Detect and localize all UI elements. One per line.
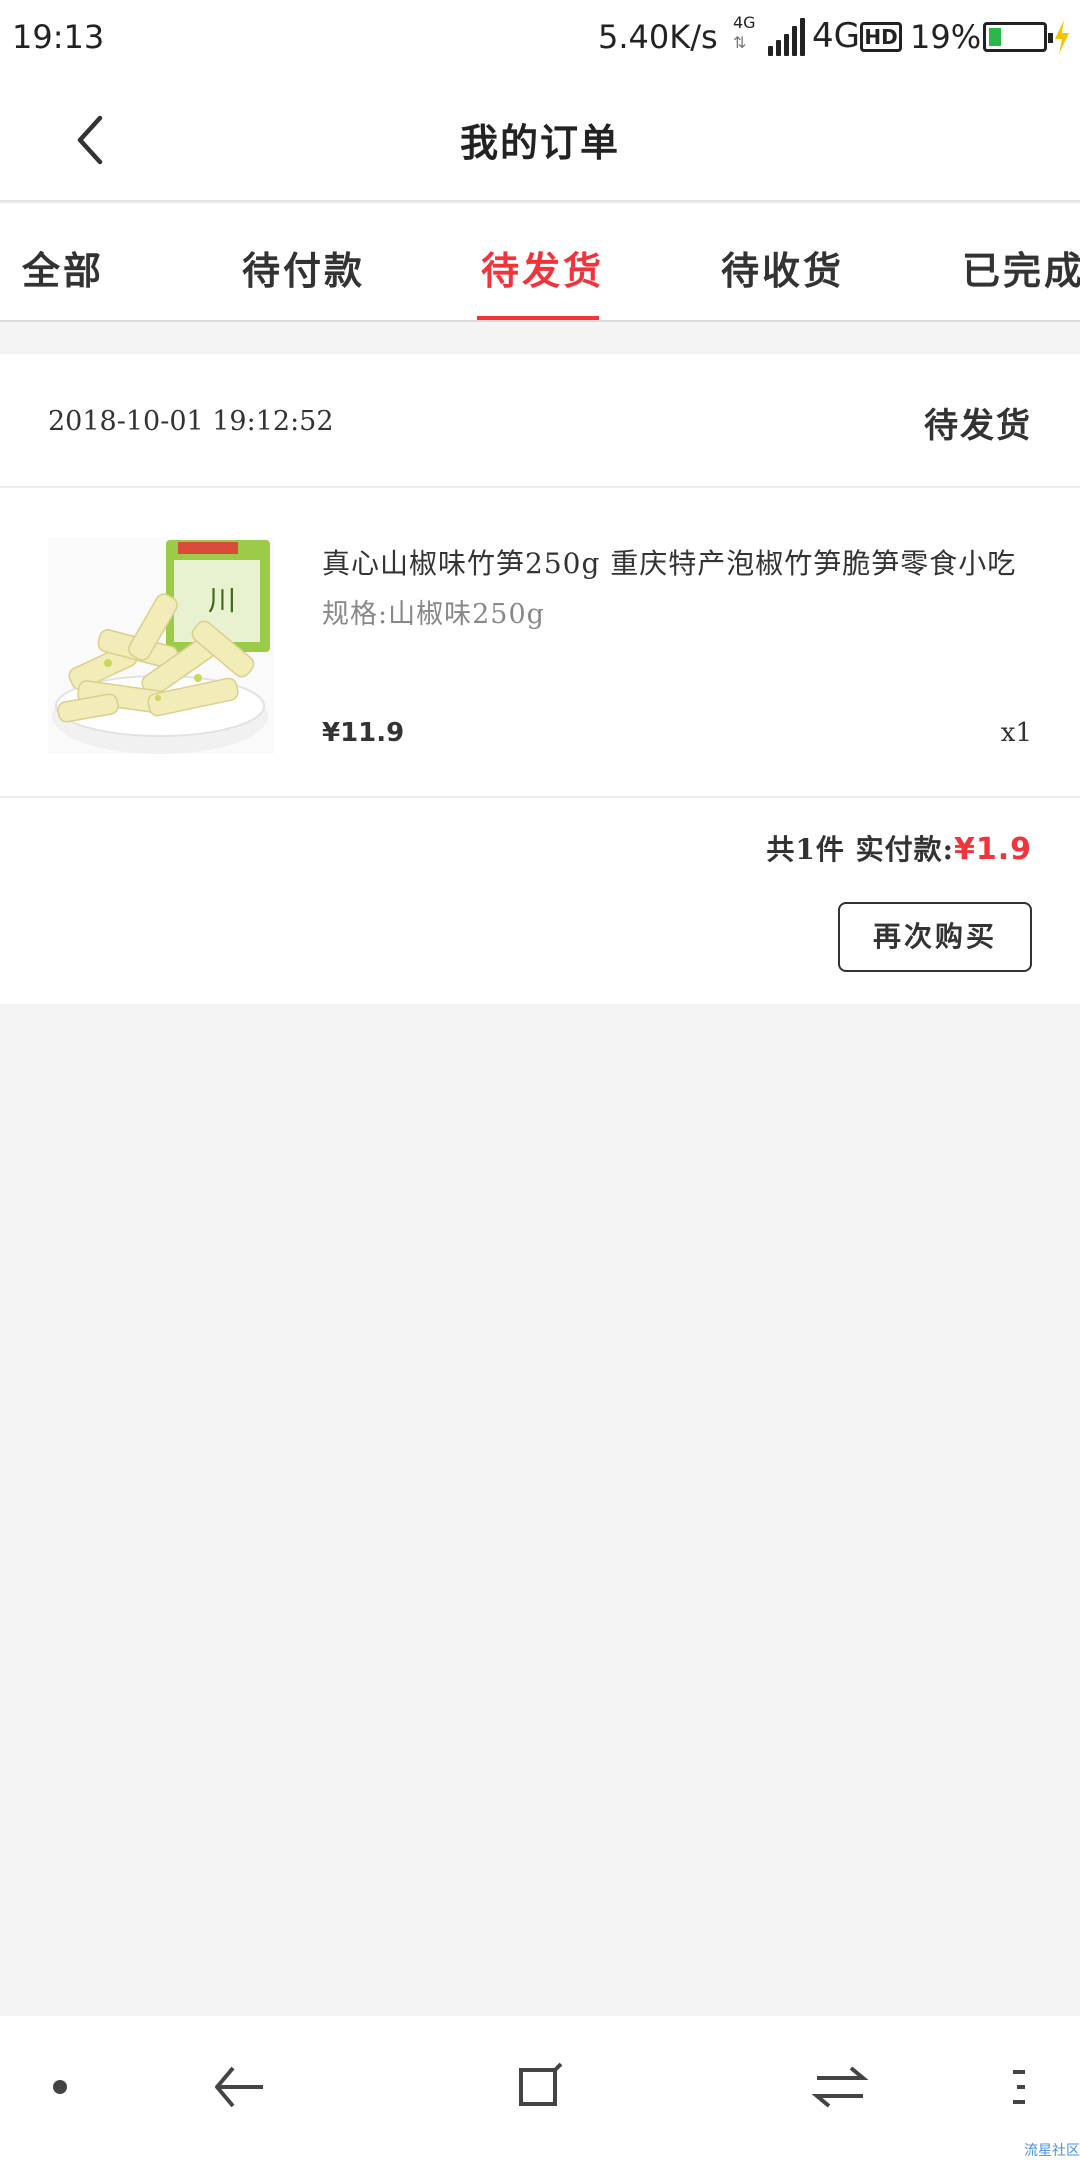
network-type: 4G (812, 16, 860, 56)
active-tab-indicator (477, 316, 599, 320)
order-card[interactable]: 2018-10-01 19:12:52 待发货 川 真心山椒味竹笋250g 重庆… (0, 354, 1080, 1004)
tab-all[interactable]: 全部 (22, 240, 104, 295)
home-square-icon[interactable] (505, 2052, 575, 2122)
status-net-speed: 5.40K/s (598, 18, 718, 56)
product-price: ¥11.9 (322, 718, 405, 748)
status-bar: 19:13 5.40K/s 4G ⇅ 4G HD 19% (0, 0, 1080, 76)
order-summary: 共1件 实付款:¥1.9 (766, 828, 1032, 868)
back-nav-icon[interactable] (205, 2052, 275, 2122)
summary-label: 共1件 实付款: (766, 833, 954, 866)
watermark: 流星社区 (1024, 2143, 1080, 2159)
product-spec: 规格:山椒味250g (322, 599, 545, 630)
data-activity-icon: 4G ⇅ (733, 14, 763, 58)
data-activity-label: 4G (733, 13, 756, 32)
tab-pending-payment[interactable]: 待付款 (242, 240, 365, 295)
order-header: 2018-10-01 19:12:52 待发货 (0, 354, 1080, 488)
tab-pending-receipt[interactable]: 待收货 (721, 240, 844, 295)
product-quantity: x1 (1000, 718, 1032, 748)
rebuy-button[interactable]: 再次购买 (838, 902, 1032, 972)
dot-icon[interactable] (25, 2052, 95, 2122)
svg-text:川: 川 (208, 584, 236, 617)
charging-bolt-icon (1055, 20, 1069, 54)
battery-icon (983, 22, 1053, 52)
page-header: 我的订单 (0, 76, 1080, 202)
page-title: 我的订单 (459, 120, 620, 165)
system-nav-bar: 流星社区 (0, 2016, 1080, 2160)
product-name[interactable]: 真心山椒味竹笋250g 重庆特产泡椒竹笋脆笋零食小吃 (322, 542, 1034, 582)
tab-completed[interactable]: 已完成 (962, 240, 1080, 295)
status-time: 19:13 (12, 18, 105, 56)
switch-apps-icon[interactable] (805, 2052, 875, 2122)
order-date: 2018-10-01 19:12:52 (48, 406, 334, 437)
signal-icon (768, 18, 810, 56)
product-thumbnail[interactable]: 川 (48, 538, 274, 754)
order-status: 待发货 (924, 406, 1032, 446)
order-item[interactable]: 川 真心山椒味竹笋250g 重庆特产泡椒竹笋脆笋零食小吃 规格:山椒味250g … (0, 490, 1080, 798)
hd-icon: HD (860, 22, 902, 52)
menu-icon[interactable] (985, 2052, 1055, 2122)
tab-pending-shipment[interactable]: 待发货 (481, 240, 604, 295)
order-tabs: 全部 待付款 待发货 待收货 已完成 (0, 204, 1080, 322)
battery-percent: 19% (910, 18, 982, 56)
paid-amount: ¥1.9 (953, 832, 1032, 867)
